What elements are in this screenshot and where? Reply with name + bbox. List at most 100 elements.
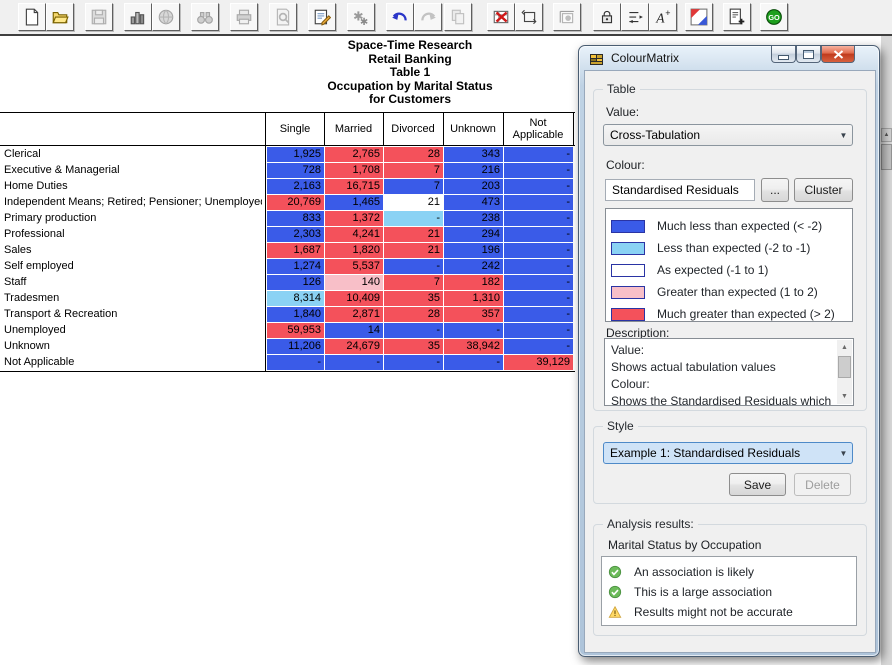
data-cell[interactable]: 140	[325, 275, 383, 290]
data-cell[interactable]: 196	[444, 243, 503, 258]
data-cell[interactable]: 35	[384, 291, 443, 306]
data-cell[interactable]: 2,871	[325, 307, 383, 322]
data-cell[interactable]: -	[384, 259, 443, 274]
data-cell[interactable]: 21	[384, 243, 443, 258]
data-cell[interactable]: 1,310	[444, 291, 503, 306]
maximize-button[interactable]	[796, 46, 821, 63]
data-cell[interactable]: 2,765	[325, 147, 383, 162]
data-cell[interactable]: 8,314	[267, 291, 324, 306]
data-cell[interactable]: 728	[267, 163, 324, 178]
row-label[interactable]: Staff	[4, 275, 262, 290]
row-label[interactable]: Not Applicable	[4, 355, 262, 370]
data-cell[interactable]: -	[504, 323, 573, 338]
scroll-up-icon[interactable]: ▲	[881, 128, 892, 142]
description-box[interactable]: Value:Shows actual tabulation valuesColo…	[604, 338, 854, 406]
data-cell[interactable]: -	[504, 227, 573, 242]
column-header-married[interactable]: Married	[324, 113, 383, 145]
toolbar-button-undo[interactable]	[386, 3, 414, 31]
data-cell[interactable]: 39,129	[504, 355, 573, 370]
toolbar-button-font-increase[interactable]: A+	[649, 3, 677, 31]
data-cell[interactable]: 21	[384, 227, 443, 242]
data-cell[interactable]: -	[504, 147, 573, 162]
column-header-unknown[interactable]: Unknown	[443, 113, 503, 145]
data-cell[interactable]: 473	[444, 195, 503, 210]
row-label[interactable]: Executive & Managerial	[4, 163, 262, 178]
data-cell[interactable]: 4,241	[325, 227, 383, 242]
column-header-not-applicable[interactable]: Not Applicable	[503, 113, 573, 145]
data-cell[interactable]: 28	[384, 307, 443, 322]
row-label[interactable]: Transport & Recreation	[4, 307, 262, 322]
data-cell[interactable]: 35	[384, 339, 443, 354]
data-cell[interactable]: 59,953	[267, 323, 324, 338]
browse-button[interactable]: ...	[761, 178, 789, 202]
data-cell[interactable]: 14	[325, 323, 383, 338]
row-label[interactable]: Home Duties	[4, 179, 262, 194]
data-cell[interactable]: 343	[444, 147, 503, 162]
data-cell[interactable]: 5,537	[325, 259, 383, 274]
toolbar-button-lock[interactable]	[593, 3, 621, 31]
data-cell[interactable]: -	[504, 163, 573, 178]
toolbar-button-colour-matrix[interactable]	[685, 3, 713, 31]
data-cell[interactable]: 20,769	[267, 195, 324, 210]
minimize-button[interactable]	[771, 46, 796, 63]
data-cell[interactable]: 357	[444, 307, 503, 322]
row-label[interactable]: Unemployed	[4, 323, 262, 338]
data-cell[interactable]: -	[504, 275, 573, 290]
toolbar-button-open-folder[interactable]	[46, 3, 74, 31]
data-cell[interactable]: -	[504, 179, 573, 194]
toolbar-button-new-document[interactable]	[18, 3, 46, 31]
data-cell[interactable]: 28	[384, 147, 443, 162]
desc-scroll-thumb[interactable]	[838, 356, 851, 378]
row-label[interactable]: Professional	[4, 227, 262, 242]
toolbar-button-transpose[interactable]	[515, 3, 543, 31]
data-cell[interactable]: 7	[384, 275, 443, 290]
save-button[interactable]: Save	[729, 473, 786, 496]
data-cell[interactable]: 1,840	[267, 307, 324, 322]
data-cell[interactable]: -	[504, 307, 573, 322]
data-cell[interactable]: 1,687	[267, 243, 324, 258]
value-combobox[interactable]: Cross-Tabulation ▼	[603, 124, 853, 146]
data-cell[interactable]: 126	[267, 275, 324, 290]
data-cell[interactable]: -	[504, 195, 573, 210]
data-cell[interactable]: 1,372	[325, 211, 383, 226]
column-header-single[interactable]: Single	[266, 113, 324, 145]
scroll-thumb[interactable]	[881, 144, 892, 170]
data-cell[interactable]: -	[504, 339, 573, 354]
toolbar-button-add-document[interactable]	[723, 3, 751, 31]
row-label[interactable]: Clerical	[4, 147, 262, 162]
data-cell[interactable]: -	[384, 211, 443, 226]
toolbar-button-delete-table[interactable]	[487, 3, 515, 31]
toolbar-button-bar-chart[interactable]	[124, 3, 152, 31]
vertical-scrollbar[interactable]: ▲	[881, 36, 892, 665]
data-cell[interactable]: 833	[267, 211, 324, 226]
data-cell[interactable]: -	[267, 355, 324, 370]
desc-scroll-up-icon[interactable]: ▲	[837, 340, 852, 355]
toolbar-button-edit-notes[interactable]	[308, 3, 336, 31]
row-label[interactable]: Self employed	[4, 259, 262, 274]
style-combobox[interactable]: Example 1: Standardised Residuals ▼	[603, 442, 853, 464]
data-cell[interactable]: -	[504, 211, 573, 226]
colour-field[interactable]: Standardised Residuals	[605, 179, 755, 201]
data-cell[interactable]: 203	[444, 179, 503, 194]
description-scrollbar[interactable]: ▲ ▼	[837, 340, 852, 404]
data-cell[interactable]: 21	[384, 195, 443, 210]
data-cell[interactable]: 7	[384, 179, 443, 194]
data-cell[interactable]: 24,679	[325, 339, 383, 354]
data-cell[interactable]: 1,274	[267, 259, 324, 274]
data-cell[interactable]: 242	[444, 259, 503, 274]
row-label[interactable]: Sales	[4, 243, 262, 258]
close-button[interactable]	[821, 46, 855, 63]
data-cell[interactable]: -	[325, 355, 383, 370]
data-cell[interactable]: 2,303	[267, 227, 324, 242]
row-label[interactable]: Primary production	[4, 211, 262, 226]
data-cell[interactable]: 294	[444, 227, 503, 242]
data-cell[interactable]: 38,942	[444, 339, 503, 354]
data-cell[interactable]: 2,163	[267, 179, 324, 194]
row-label[interactable]: Unknown	[4, 339, 262, 354]
desc-scroll-down-icon[interactable]: ▼	[837, 389, 852, 404]
data-cell[interactable]: 10,409	[325, 291, 383, 306]
column-header-divorced[interactable]: Divorced	[383, 113, 443, 145]
data-cell[interactable]: -	[504, 291, 573, 306]
data-cell[interactable]: -	[444, 355, 503, 370]
data-cell[interactable]: 216	[444, 163, 503, 178]
